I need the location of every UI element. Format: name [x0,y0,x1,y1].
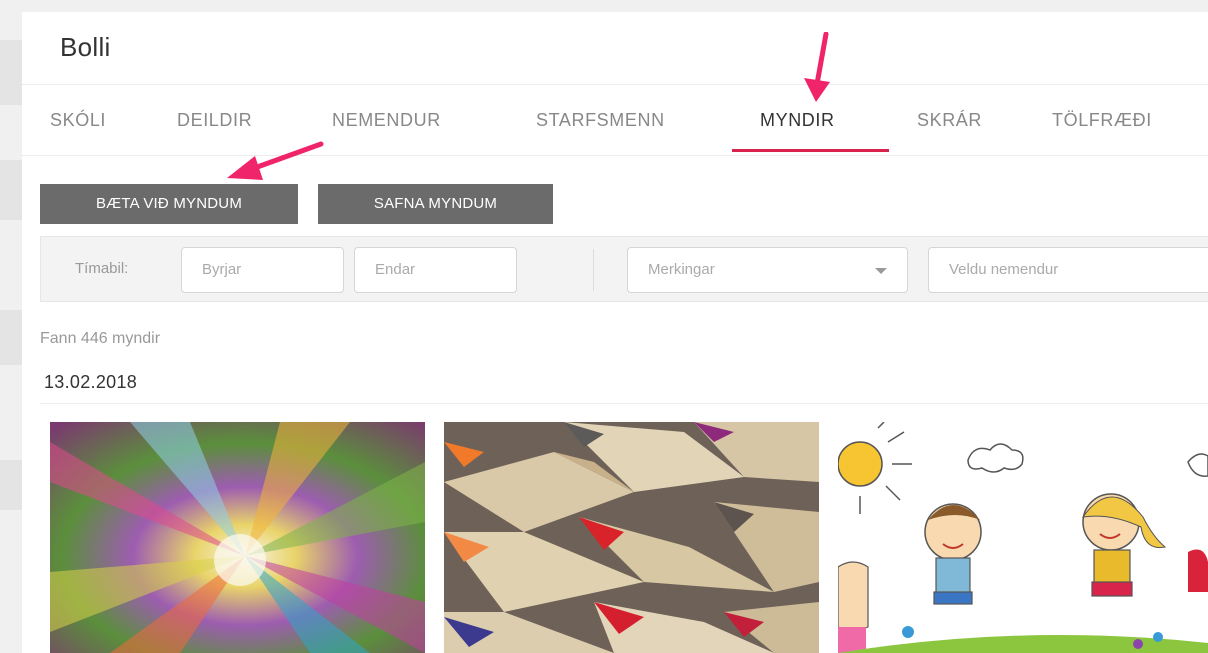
add-photos-button[interactable]: BÆTA VIÐ MYNDUM [40,184,298,224]
date-heading: 13.02.2018 [44,372,138,392]
tab-myndir[interactable]: MYNDIR [760,85,835,155]
tab-skoli[interactable]: SKÓLI [50,85,106,155]
photo-coloured-pencils [444,422,819,653]
photo-thumbnail[interactable] [444,422,819,653]
tab-tolfraedi[interactable]: TÖLFRÆÐI [1052,85,1152,155]
active-tab-indicator [732,149,889,152]
chevron-down-icon [875,268,887,274]
page-title: Bolli [60,32,111,62]
students-select[interactable]: Veldu nemendur [928,247,1208,293]
result-count: Fann 446 myndir [40,330,161,347]
period-label: Tímabil: [75,260,129,277]
start-date-input[interactable]: Byrjar [181,247,344,293]
filter-bar: Tímabil: Byrjar Endar Merkingar Veldu ne… [40,236,1208,302]
tab-deildir[interactable]: DEILDIR [177,85,252,155]
photo-colour-blur [50,422,425,653]
tab-skrar[interactable]: SKRÁR [917,85,982,155]
tags-select-value: Merkingar [648,261,715,278]
tab-bar: SKÓLI DEILDIR NEMENDUR STARFSMENN MYNDIR… [22,85,1208,155]
left-margin [0,0,22,653]
end-date-input[interactable]: Endar [354,247,517,293]
collect-photos-button[interactable]: SAFNA MYNDUM [318,184,553,224]
tab-starfsmenn[interactable]: STARFSMENN [536,85,665,155]
divider [40,403,1208,404]
main-panel: Bolli SKÓLI DEILDIR NEMENDUR STARFSMENN … [22,12,1208,653]
photo-kids-cartoon [838,422,1208,653]
photo-thumbnail[interactable] [838,422,1208,653]
photo-thumbnail[interactable] [50,422,425,653]
divider [22,155,1208,156]
divider [593,249,594,291]
tags-select[interactable]: Merkingar [627,247,908,293]
tab-nemendur[interactable]: NEMENDUR [332,85,441,155]
